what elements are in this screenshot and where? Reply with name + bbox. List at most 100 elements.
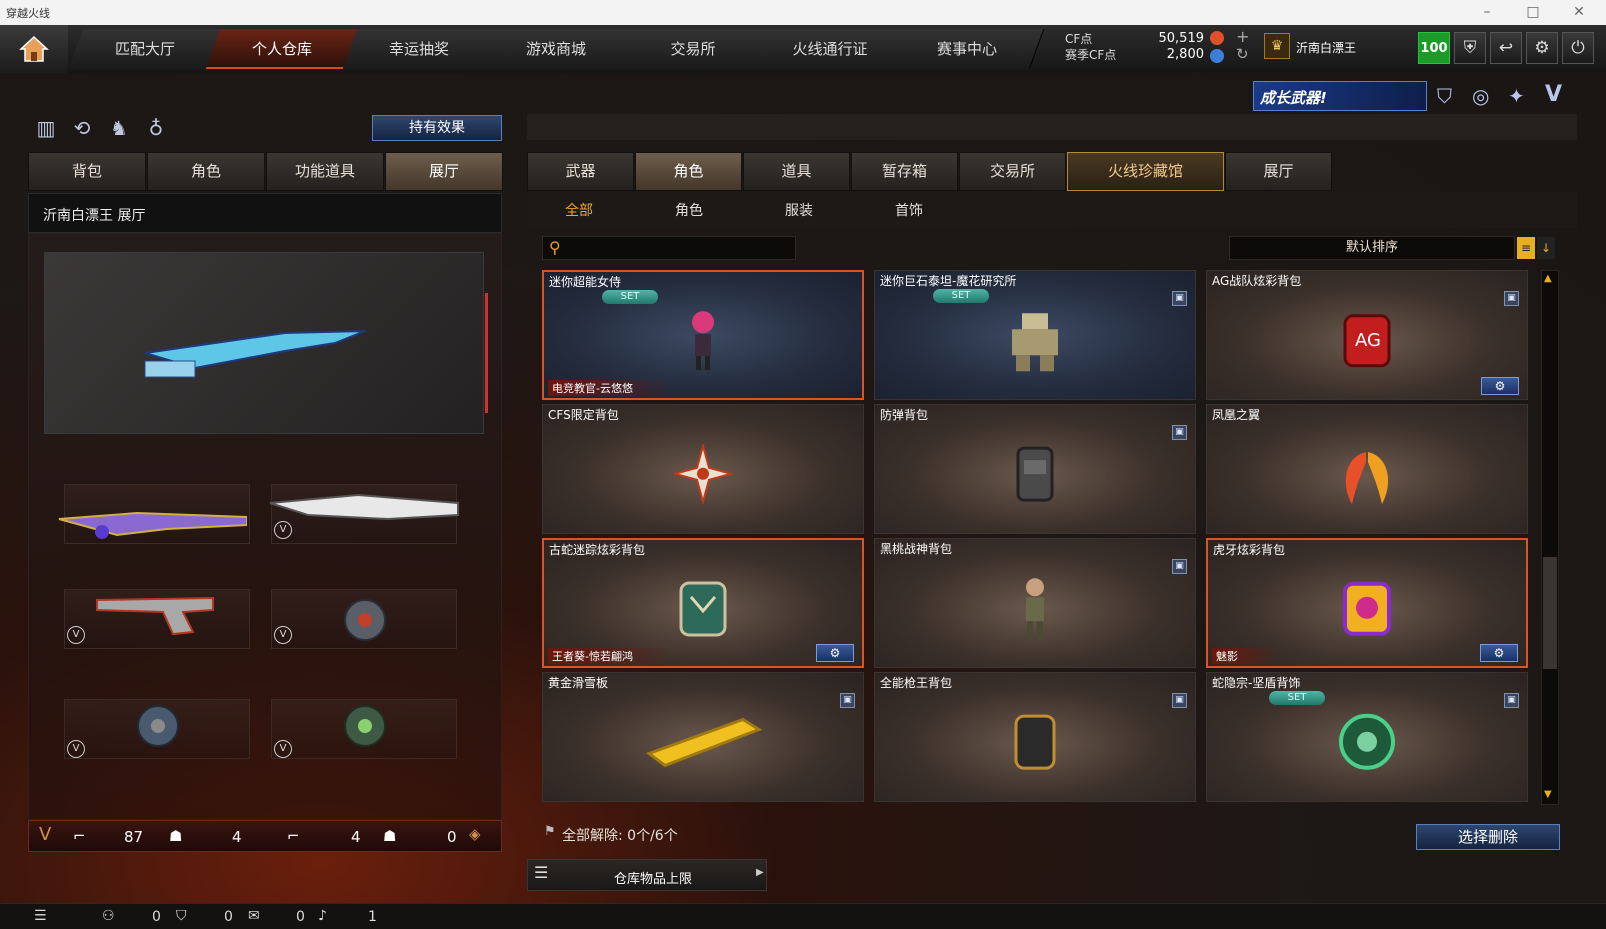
sniper-slot-2[interactable]: V	[269, 484, 459, 544]
delete-button[interactable]: 选择删除	[1416, 824, 1560, 850]
hall-display: V V V V V	[28, 233, 502, 820]
left-tab[interactable]: 展厅	[385, 152, 503, 191]
left-tab[interactable]: 角色	[147, 152, 265, 191]
right-tab[interactable]: 火线珍藏馆	[1067, 152, 1224, 191]
grenade-slot-1[interactable]: V	[271, 589, 457, 649]
stat-guns-2: 4	[351, 828, 361, 846]
right-tab[interactable]: 交易所	[959, 152, 1066, 191]
right-tab[interactable]: 展厅	[1225, 152, 1332, 191]
maximize-icon[interactable]: □	[1522, 2, 1544, 22]
season-coin-icon	[1210, 49, 1224, 63]
titan-robot-icon	[875, 271, 1195, 399]
nav-tab[interactable]: 赛事中心	[890, 29, 1045, 69]
item-card[interactable]: 迷你巨石泰坦-魔花研究所 SET ▣	[874, 270, 1196, 400]
capacity-bar[interactable]: ☰ 仓库物品上限 ▶	[527, 859, 767, 891]
level-badge[interactable]: 100	[1418, 32, 1450, 64]
filter-tab[interactable]: 角色	[657, 200, 721, 220]
left-tab[interactable]: 背包	[28, 152, 146, 191]
return-icon[interactable]: ↩	[1490, 32, 1522, 64]
stat-guns: 87	[124, 828, 144, 846]
growth-weapon-banner[interactable]: 成长武器!	[1253, 81, 1427, 111]
main-weapon-slot[interactable]	[44, 252, 488, 434]
right-tab[interactable]: 暂存箱	[851, 152, 958, 191]
sort-direction-icon[interactable]: ↓	[1537, 237, 1555, 259]
item-card[interactable]: AG战队炫彩背包 ▣ ⚙ AG	[1206, 270, 1528, 400]
search-box[interactable]: ⚲	[542, 236, 796, 260]
item-card[interactable]: 古蛇迷踪炫彩背包 ⚙ 王者葵-惊若翩鸿	[542, 538, 864, 668]
sort-dropdown[interactable]: 默认排序	[1229, 236, 1515, 260]
effect-button[interactable]: 持有效果	[372, 115, 502, 141]
rocket-icon[interactable]: ✦	[1508, 84, 1525, 108]
nav-tab[interactable]: 交易所	[616, 29, 771, 69]
nav-tab-label: 个人仓库	[251, 40, 312, 58]
right-tab[interactable]: 道具	[743, 152, 850, 191]
chat-icon[interactable]: ✉	[248, 908, 260, 924]
character-icon[interactable]: ♞	[105, 114, 133, 142]
release-label: 全部解除: 0个/6个	[562, 828, 678, 844]
speaker-icon[interactable]: ♪	[318, 908, 327, 924]
item-card[interactable]: 蛇隐宗-坚盾背饰 SET ▣	[1206, 672, 1528, 802]
scroll-down-icon[interactable]: ▼	[1544, 789, 1552, 800]
add-cf-icon[interactable]: +	[1236, 27, 1249, 46]
item-card[interactable]: 黑桃战神背包 ▣	[874, 538, 1196, 668]
friends-icon[interactable]: ⚇	[102, 908, 115, 924]
power-icon[interactable]: ⏻	[1562, 32, 1594, 64]
stats-icon[interactable]: ▥	[32, 114, 60, 142]
green-grenade-icon	[344, 705, 386, 747]
item-card[interactable]: 全能枪王背包 ▣	[874, 672, 1196, 802]
scrollbar[interactable]: ▲ ▼	[1541, 270, 1559, 805]
rank-badge-icon[interactable]: ♛	[1264, 33, 1290, 59]
right-tab[interactable]: 武器	[527, 152, 634, 191]
gear-icon[interactable]: ⚙	[1526, 32, 1558, 64]
diamond-icon: ◈	[469, 825, 481, 843]
item-card[interactable]: 迷你超能女侍 SET 电竞教官-云悠悠	[542, 270, 864, 400]
list-view-icon[interactable]: ≡	[1517, 237, 1535, 259]
filter-tab[interactable]: 全部	[547, 200, 611, 220]
v-logo-icon[interactable]: V	[1545, 82, 1562, 107]
nav-tab[interactable]: 匹配大厅	[68, 29, 223, 69]
list-icon[interactable]: ☰	[34, 908, 47, 924]
hall-stats-bar: V ⌐ 87 ☗ 4 ⌐ 4 ☗ 0 ◈	[28, 820, 502, 852]
close-icon[interactable]: ✕	[1568, 2, 1590, 22]
armor-backpack-icon	[875, 405, 1195, 533]
item-card[interactable]: 黄金滑雪板 ▣	[542, 672, 864, 802]
layers-icon: ☰	[534, 863, 549, 882]
target-icon[interactable]: ◎	[1472, 84, 1489, 108]
filter-tab[interactable]: 服装	[767, 200, 831, 220]
refresh-icon[interactable]: ↻	[1236, 45, 1249, 63]
pink-girl-icon	[544, 272, 862, 398]
scroll-thumb[interactable]	[1543, 557, 1557, 669]
left-tab[interactable]: 功能道具	[266, 152, 384, 191]
pistol-slot[interactable]: V	[64, 589, 250, 649]
home-icon	[19, 35, 49, 62]
grenade-slot-2[interactable]: V	[64, 699, 250, 759]
home-button[interactable]	[0, 25, 68, 73]
stat-heads-2: 0	[447, 828, 457, 846]
sniper-slot-1[interactable]	[58, 484, 250, 544]
nav-tab[interactable]: 幸运抽奖	[342, 29, 497, 69]
grenade-slot-3[interactable]: V	[271, 699, 457, 759]
bag-icon[interactable]: ♁	[142, 114, 170, 142]
item-card[interactable]: 凤凰之翼	[1206, 404, 1528, 534]
nav-tab[interactable]: 个人仓库	[205, 29, 360, 69]
v-badge-icon: V	[274, 521, 292, 539]
shield-status-icon[interactable]: ⛉	[176, 908, 187, 924]
right-tab[interactable]: 角色	[635, 152, 742, 191]
filter-tab[interactable]: 首饰	[877, 200, 941, 220]
accent-bar	[485, 293, 488, 413]
scroll-up-icon[interactable]: ▲	[1544, 273, 1552, 284]
item-card[interactable]: CFS限定背包	[542, 404, 864, 534]
minimize-icon[interactable]: –	[1476, 2, 1498, 22]
nav-tab[interactable]: 游戏商城	[479, 29, 634, 69]
banner-text: 成长武器!	[1260, 89, 1327, 107]
season-v-icon[interactable]: ⛉	[1437, 84, 1452, 108]
search-input[interactable]	[569, 239, 791, 257]
item-card[interactable]: 防弹背包 ▣	[874, 404, 1196, 534]
grenade-icon	[137, 705, 179, 747]
nav-tab[interactable]: 火线通行证	[753, 29, 908, 69]
cycle-icon[interactable]: ⟲	[68, 114, 96, 142]
window-title: 穿越火线	[6, 7, 50, 20]
shield-icon[interactable]: ⛨	[1454, 32, 1486, 64]
sort-label: 默认排序	[1345, 240, 1398, 255]
item-card[interactable]: 虎牙炫彩背包 ⚙ 魅影	[1206, 538, 1528, 668]
